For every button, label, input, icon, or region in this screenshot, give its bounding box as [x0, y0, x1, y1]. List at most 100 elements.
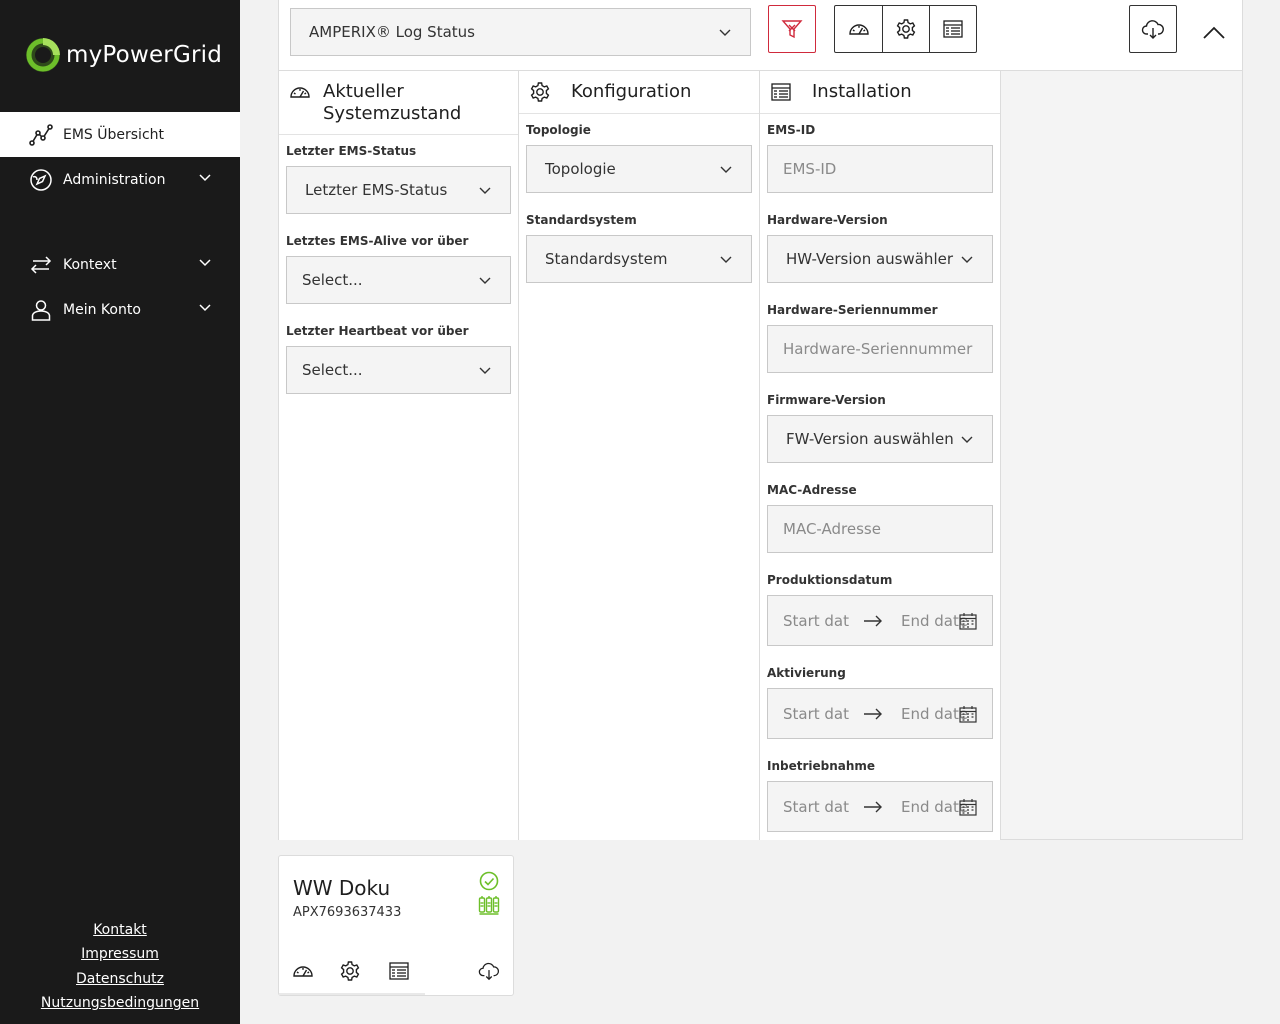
sidebar-item-administration[interactable]: Administration	[0, 157, 240, 202]
ems-alive-select[interactable]: Select...	[286, 256, 511, 304]
chevron-down-icon	[479, 277, 491, 284]
footer-links: Kontakt Impressum Datenschutz Nutzungsbe…	[0, 918, 240, 1016]
input-placeholder: EMS-ID	[783, 160, 837, 178]
installation-column: Installation EMS-ID EMS-ID Hardware-Vers…	[760, 71, 1001, 840]
footer-link-kontakt[interactable]: Kontakt	[0, 918, 240, 943]
collapse-filter-button[interactable]	[1199, 18, 1229, 48]
card-download-button[interactable]	[476, 958, 502, 984]
battery-cells-icon	[478, 896, 500, 915]
log-status-value: AMPERIX® Log Status	[309, 23, 475, 41]
footer-link-impressum[interactable]: Impressum	[0, 942, 240, 967]
chevron-up-icon	[1203, 26, 1225, 39]
download-button[interactable]	[1129, 5, 1177, 53]
arrow-right-icon	[864, 801, 883, 812]
card-config-button[interactable]	[337, 958, 363, 984]
sidebar-item-label: Mein Konto	[63, 301, 141, 318]
filter-clear-icon	[781, 20, 803, 39]
field-label: Hardware-Version	[767, 213, 888, 227]
sidebar-item-ems-uebersicht[interactable]: EMS Übersicht	[0, 112, 240, 157]
system-state-toggle-button[interactable]	[835, 6, 882, 52]
calendar-icon	[959, 799, 977, 816]
sidebar: myPowerGrid EMS Übersicht Administration…	[0, 0, 240, 1024]
config-column: Konfiguration Topologie Topologie Standa…	[519, 71, 760, 840]
logo[interactable]: myPowerGrid	[24, 36, 222, 74]
system-state-title: Aktueller Systemzustand	[323, 81, 462, 124]
select-value: Letzter EMS-Status	[305, 181, 448, 199]
clear-filter-button[interactable]	[768, 5, 816, 53]
produktionsdatum-range[interactable]: Start dat End date	[767, 595, 993, 646]
footer-link-nutzungsbedingungen[interactable]: Nutzungsbedingungen	[0, 991, 240, 1016]
start-date-placeholder[interactable]: Start dat	[783, 798, 849, 816]
check-circle-icon	[479, 871, 499, 891]
arrow-right-icon	[864, 615, 883, 626]
sidebar-item-label: Administration	[63, 171, 166, 188]
filter-panel: Aktueller Systemzustand Letzter EMS-Stat…	[278, 71, 1243, 840]
sidebar-item-label: EMS Übersicht	[63, 126, 165, 143]
sidebar-nav: EMS Übersicht Administration Kontext Mei…	[0, 112, 240, 332]
select-value: Select...	[302, 271, 363, 289]
standardsystem-select[interactable]: Standardsystem	[526, 235, 752, 283]
hw-serial-input[interactable]: Hardware-Seriennummer	[767, 325, 993, 373]
select-value: Select...	[302, 361, 363, 379]
card-serial: APX7693637433	[293, 905, 402, 920]
ems-id-input[interactable]: EMS-ID	[767, 145, 993, 193]
calendar-icon	[959, 613, 977, 630]
card-installation-button[interactable]	[386, 958, 412, 984]
system-state-column: Aktueller Systemzustand Letzter EMS-Stat…	[279, 71, 519, 840]
arrow-right-icon	[864, 708, 883, 719]
chevron-down-icon	[961, 256, 973, 263]
start-date-placeholder[interactable]: Start dat	[783, 612, 849, 630]
chevron-down-icon	[961, 436, 973, 443]
heartbeat-select[interactable]: Select...	[286, 346, 511, 394]
start-date-placeholder[interactable]: Start dat	[783, 705, 849, 723]
select-value: FW-Version auswählen	[786, 430, 954, 448]
card-system-state-button[interactable]	[290, 958, 316, 984]
hw-version-select[interactable]: HW-Version auswähler	[767, 235, 993, 283]
sidebar-item-mein-konto[interactable]: Mein Konto	[0, 287, 240, 332]
inbetriebnahme-range[interactable]: Start dat End date	[767, 781, 993, 832]
ems-status-select[interactable]: Letzter EMS-Status	[286, 166, 511, 214]
gauge-icon	[290, 87, 310, 98]
view-toggle-group	[834, 5, 977, 53]
table-icon	[943, 20, 963, 38]
field-label: EMS-ID	[767, 123, 816, 137]
chart-line-icon	[28, 122, 54, 148]
field-label: Produktionsdatum	[767, 573, 893, 587]
chevron-down-icon	[479, 187, 491, 194]
field-label: Letzter Heartbeat vor über	[286, 324, 469, 338]
chevron-down-icon	[720, 256, 732, 263]
card-tab-indicator	[279, 993, 425, 995]
select-value: Standardsystem	[545, 250, 668, 268]
input-placeholder: MAC-Adresse	[783, 520, 881, 538]
cloud-download-icon	[478, 962, 500, 981]
field-label: Topologie	[526, 123, 591, 137]
fw-version-select[interactable]: FW-Version auswählen	[767, 415, 993, 463]
select-value: HW-Version auswähler	[786, 250, 954, 268]
sidebar-item-kontext[interactable]: Kontext	[0, 242, 240, 287]
input-placeholder: Hardware-Seriennummer	[783, 340, 973, 358]
compass-icon	[28, 167, 54, 193]
field-label: Standardsystem	[526, 213, 637, 227]
aktivierung-range[interactable]: Start dat End date	[767, 688, 993, 739]
card-actions	[279, 958, 515, 984]
field-label: Letzter EMS-Status	[286, 144, 417, 158]
topologie-select[interactable]: Topologie	[526, 145, 752, 193]
config-toggle-button[interactable]	[882, 6, 929, 52]
cloud-download-icon	[1141, 20, 1164, 39]
system-card[interactable]: WW Doku APX7693637433	[278, 855, 514, 996]
field-label: Letztes EMS-Alive vor über	[286, 234, 469, 248]
user-icon	[28, 297, 54, 323]
chevron-down-icon	[199, 174, 211, 182]
sidebar-item-label: Kontext	[63, 256, 117, 273]
mac-address-input[interactable]: MAC-Adresse	[767, 505, 993, 553]
gauge-icon	[848, 24, 869, 35]
footer-link-datenschutz[interactable]: Datenschutz	[0, 967, 240, 992]
table-icon	[389, 962, 409, 980]
gear-icon	[896, 19, 916, 39]
gear-icon	[530, 82, 550, 102]
log-status-select[interactable]: AMPERIX® Log Status	[290, 8, 751, 56]
installation-toggle-button[interactable]	[929, 6, 976, 52]
config-header: Konfiguration	[519, 71, 759, 114]
table-icon	[771, 83, 791, 101]
gauge-icon	[293, 966, 313, 977]
